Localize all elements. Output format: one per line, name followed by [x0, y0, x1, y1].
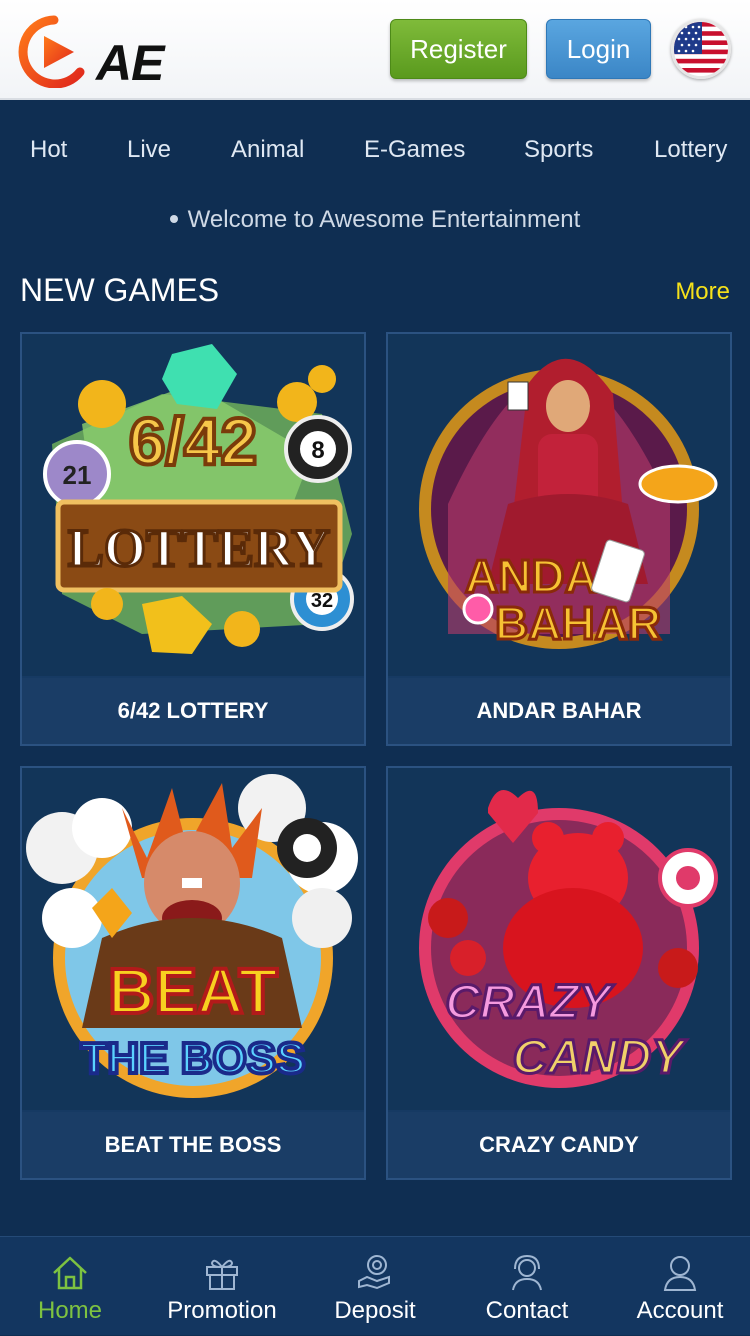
- andar-bahar-artwork-icon: ANDAR BAHAR: [388, 334, 730, 676]
- game-title[interactable]: CRAZY CANDY: [388, 1112, 730, 1178]
- login-button[interactable]: Login: [546, 19, 651, 79]
- bottom-tab-promotion[interactable]: Promotion: [147, 1237, 297, 1336]
- register-button[interactable]: Register: [390, 19, 527, 79]
- announcement-text: Welcome to Awesome Entertainment: [187, 206, 581, 233]
- game-card-6-42-lottery[interactable]: 21 8 32 6/42 LOTTERY 6/42 LOTTERY: [20, 332, 366, 746]
- svg-text:CRAZY: CRAZY: [445, 976, 614, 1029]
- game-thumbnail[interactable]: CRAZY CANDY: [388, 768, 730, 1110]
- game-thumbnail[interactable]: 21 8 32 6/42 LOTTERY: [22, 334, 364, 676]
- bottom-tab-label: Promotion: [167, 1297, 277, 1324]
- game-thumbnail[interactable]: ANDAR BAHAR: [388, 334, 730, 676]
- tab-lottery[interactable]: Lottery: [654, 136, 727, 164]
- more-link[interactable]: More: [675, 278, 730, 306]
- tab-e-games[interactable]: E-Games: [364, 136, 465, 164]
- game-card-beat-the-boss[interactable]: BEAT THE BOSS BEAT THE BOSS: [20, 766, 366, 1180]
- bottom-tab-home[interactable]: Home: [0, 1237, 145, 1336]
- deposit-icon: [358, 1255, 390, 1290]
- user-icon: [663, 1256, 697, 1291]
- home-icon: [53, 1256, 87, 1290]
- svg-text:BEAT: BEAT: [108, 955, 277, 1027]
- us-flag-icon[interactable]: [671, 19, 731, 79]
- tab-hot[interactable]: Hot: [30, 136, 67, 164]
- gift-icon: [206, 1259, 238, 1290]
- game-thumbnail[interactable]: BEAT THE BOSS: [22, 768, 364, 1110]
- svg-text:8: 8: [311, 437, 324, 464]
- svg-text:THE BOSS: THE BOSS: [81, 1034, 306, 1083]
- lottery-artwork-icon: 21 8 32 6/42 LOTTERY: [22, 334, 364, 676]
- bottom-tab-label: Contact: [485, 1297, 569, 1324]
- tab-animal[interactable]: Animal: [231, 136, 304, 164]
- game-title[interactable]: 6/42 LOTTERY: [22, 678, 364, 744]
- top-header: AE Register Login: [0, 0, 750, 100]
- logo-text: AE: [96, 35, 164, 91]
- svg-text:BAHAR: BAHAR: [495, 597, 661, 649]
- announcement-marquee: Welcome to Awesome Entertainment: [0, 206, 750, 234]
- game-title[interactable]: BEAT THE BOSS: [22, 1112, 364, 1178]
- game-title[interactable]: ANDAR BAHAR: [388, 678, 730, 744]
- game-card-andar-bahar[interactable]: ANDAR BAHAR ANDAR BAHAR: [386, 332, 732, 746]
- bottom-nav: Home Promotion Deposit Contact Account: [0, 1236, 750, 1335]
- bottom-tab-label: Account: [636, 1297, 724, 1324]
- headset-icon: [512, 1254, 542, 1291]
- tab-live[interactable]: Live: [127, 136, 171, 164]
- bottom-tab-account[interactable]: Account: [605, 1237, 750, 1336]
- section-title: NEW GAMES: [20, 272, 220, 308]
- bullet-dot: [169, 214, 178, 223]
- site-logo[interactable]: AE: [14, 14, 174, 91]
- svg-text:21: 21: [63, 460, 92, 490]
- crazy-candy-artwork-icon: CRAZY CANDY: [388, 768, 730, 1110]
- beat-the-boss-artwork-icon: BEAT THE BOSS: [22, 768, 364, 1110]
- game-card-crazy-candy[interactable]: CRAZY CANDY CRAZY CANDY: [386, 766, 732, 1180]
- tab-sports[interactable]: Sports: [524, 136, 593, 164]
- logo-mark-icon: [18, 15, 85, 88]
- bottom-tab-deposit[interactable]: Deposit: [300, 1237, 450, 1336]
- svg-text:6/42: 6/42: [129, 404, 257, 478]
- bottom-tab-label: Deposit: [334, 1297, 416, 1324]
- bottom-tab-label: Home: [37, 1297, 103, 1324]
- svg-text:32: 32: [311, 590, 333, 612]
- bottom-tab-contact[interactable]: Contact: [452, 1237, 602, 1336]
- svg-text:LOTTERY: LOTTERY: [68, 518, 330, 578]
- category-nav: Hot Live Animal E-Games Sports Lottery: [0, 102, 750, 198]
- svg-text:CANDY: CANDY: [513, 1031, 688, 1084]
